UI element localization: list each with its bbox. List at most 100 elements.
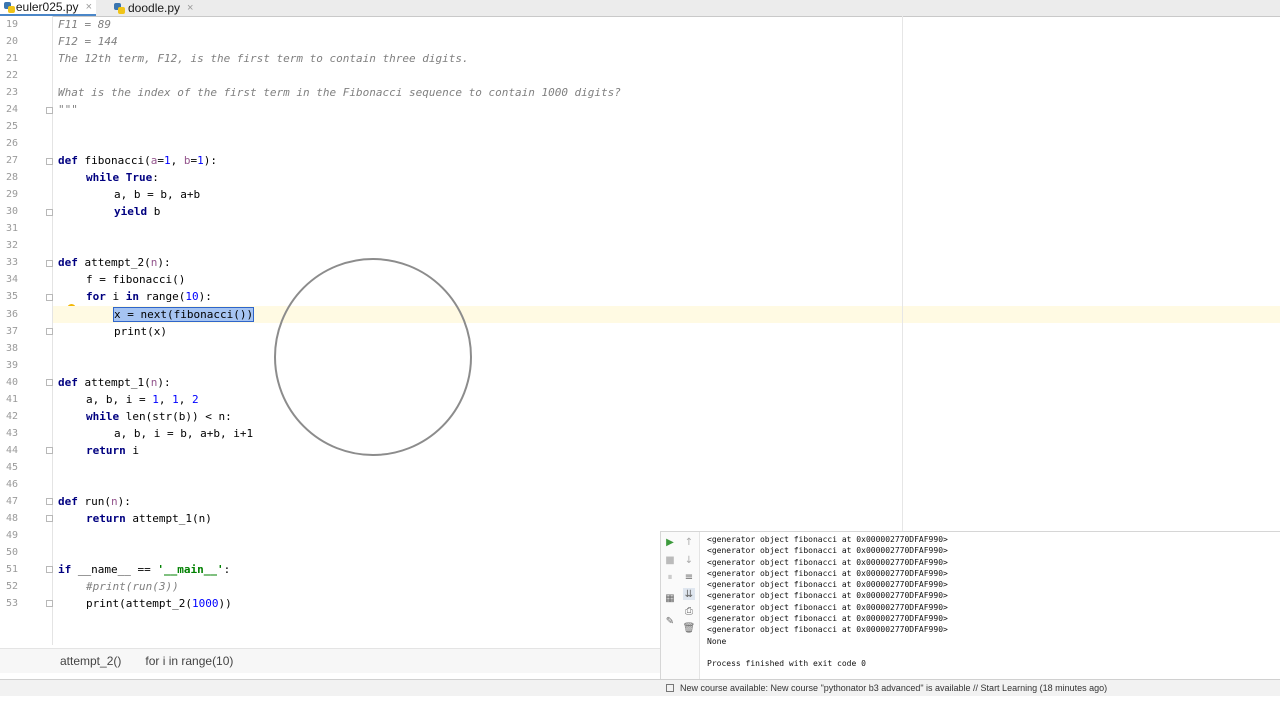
line-number-gutter[interactable]: 19 20 21 22 23 24 25 26 27 28 29 30 31 3…	[0, 16, 53, 645]
line-number: 48	[6, 513, 19, 524]
bottom-strip	[0, 696, 1280, 720]
code-line: def run(n):	[58, 495, 131, 508]
code-line: yield b	[114, 205, 161, 218]
code-line: #print(run(3))	[86, 580, 179, 593]
code-line: What is the index of the first term in t…	[58, 86, 621, 99]
fold-marker[interactable]	[46, 107, 53, 114]
line-number: 53	[6, 598, 19, 609]
line-number: 21	[6, 53, 19, 64]
console-line: <generator object fibonacci at 0x0000027…	[707, 591, 948, 601]
line-number: 30	[6, 206, 19, 217]
fold-marker[interactable]	[46, 515, 53, 522]
line-number: 52	[6, 581, 19, 592]
line-number: 36	[6, 309, 19, 320]
up-arrow-icon[interactable]: ↑	[683, 536, 695, 548]
code-line: def attempt_2(n):	[58, 256, 171, 269]
scroll-to-end-icon[interactable]: ⇊	[683, 588, 695, 600]
code-line: while True:	[86, 171, 159, 184]
fold-marker[interactable]	[46, 328, 53, 335]
code-line: F11 = 89	[58, 18, 111, 31]
pause-icon[interactable]: ⏸	[664, 571, 676, 583]
code-line: def fibonacci(a=1, b=1):	[58, 154, 217, 167]
fold-marker[interactable]	[46, 566, 53, 573]
close-icon[interactable]: ×	[187, 2, 193, 14]
line-number: 47	[6, 496, 19, 507]
line-number: 25	[6, 121, 19, 132]
python-file-icon	[4, 1, 15, 13]
line-number: 24	[6, 104, 19, 115]
line-number: 51	[6, 564, 19, 575]
console-line: <generator object fibonacci at 0x0000027…	[707, 625, 948, 635]
status-message[interactable]: New course available: New course "python…	[680, 683, 1107, 693]
soft-wrap-icon[interactable]: ≡	[683, 571, 695, 583]
line-number: 38	[6, 343, 19, 354]
layout-icon[interactable]: ▦	[664, 592, 676, 604]
line-number: 26	[6, 138, 19, 149]
breadcrumb: attempt_2() for i in range(10)	[0, 648, 660, 673]
console-output[interactable]: <generator object fibonacci at 0x0000027…	[707, 534, 1267, 678]
fold-marker[interactable]	[46, 379, 53, 386]
console-line: <generator object fibonacci at 0x0000027…	[707, 568, 948, 578]
line-number: 20	[6, 36, 19, 47]
console-line: <generator object fibonacci at 0x0000027…	[707, 557, 948, 567]
console-line: <generator object fibonacci at 0x0000027…	[707, 535, 948, 544]
close-icon[interactable]: ×	[86, 1, 92, 13]
selected-text[interactable]: x = next(fibonacci())	[112, 307, 255, 322]
code-line: The 12th term, F12, is the first term to…	[58, 52, 469, 65]
code-line: print(x)	[114, 325, 167, 338]
down-arrow-icon[interactable]: ↓	[683, 554, 695, 566]
line-number: 34	[6, 274, 19, 285]
line-number: 31	[6, 223, 19, 234]
code-line: print(attempt_2(1000))	[86, 597, 232, 610]
code-line: while len(str(b)) < n:	[86, 410, 232, 423]
code-line: f = fibonacci()	[86, 273, 186, 286]
print-icon[interactable]: ⎙	[683, 605, 695, 617]
fold-marker[interactable]	[46, 158, 53, 165]
line-number: 45	[6, 462, 19, 473]
line-number: 39	[6, 360, 19, 371]
code-line: return i	[86, 444, 139, 457]
line-number: 46	[6, 479, 19, 490]
fold-marker[interactable]	[46, 294, 53, 301]
code-line: a, b, i = b, a+b, i+1	[114, 427, 254, 440]
code-line: return attempt_1(n)	[86, 512, 212, 525]
line-number: 22	[6, 70, 19, 81]
code-line: for i in range(10):	[86, 290, 212, 303]
breadcrumb-item[interactable]: for i in range(10)	[145, 654, 233, 668]
fold-marker[interactable]	[46, 498, 53, 505]
run-icon[interactable]: ▶	[664, 536, 676, 548]
fold-marker[interactable]	[46, 600, 53, 607]
code-line: x = next(fibonacci())	[112, 306, 255, 323]
line-number: 50	[6, 547, 19, 558]
tab-label: euler025.py	[15, 0, 79, 14]
breadcrumb-item[interactable]: attempt_2()	[60, 654, 121, 668]
line-number: 37	[6, 326, 19, 337]
code-line: """	[58, 103, 78, 116]
code-line: def attempt_1(n):	[58, 376, 171, 389]
fold-marker[interactable]	[46, 447, 53, 454]
line-number: 41	[6, 394, 19, 405]
line-number: 49	[6, 530, 19, 541]
trash-icon[interactable]: 🗑	[683, 622, 696, 634]
code-line: F12 = 144	[58, 35, 118, 48]
fold-marker[interactable]	[46, 209, 53, 216]
stop-icon[interactable]: ■	[664, 554, 676, 566]
line-number: 43	[6, 428, 19, 439]
tab-label: doodle.py	[128, 1, 181, 15]
tab-euler025[interactable]: euler025.py ×	[0, 0, 96, 16]
editor-tab-bar: euler025.py × doodle.py ×	[0, 0, 1280, 17]
toggle-tool-windows-icon[interactable]	[666, 684, 674, 692]
console-line: None	[707, 636, 727, 646]
line-number: 19	[6, 19, 19, 30]
console-line: <generator object fibonacci at 0x0000027…	[707, 602, 948, 612]
code-line: a, b, i = 1, 1, 2	[86, 393, 199, 406]
tab-doodle[interactable]: doodle.py ×	[110, 0, 204, 16]
status-bar: New course available: New course "python…	[0, 679, 1280, 696]
cursor-highlight-circle	[274, 258, 472, 456]
console-line: <generator object fibonacci at 0x0000027…	[707, 614, 948, 624]
fold-marker[interactable]	[46, 260, 53, 267]
pin-icon[interactable]: ✎	[664, 615, 676, 627]
line-number: 40	[6, 377, 19, 388]
console-line: Process finished with exit code 0	[707, 659, 866, 669]
